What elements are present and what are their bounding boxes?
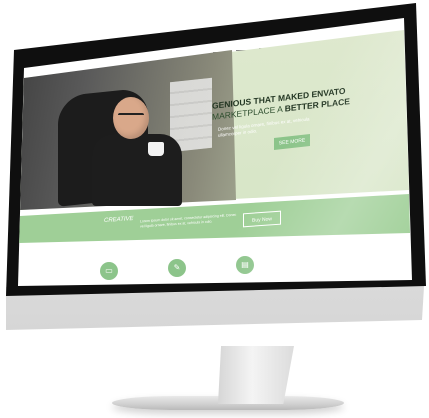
monitor-stand-neck bbox=[218, 346, 294, 404]
document-icon[interactable]: ▤ bbox=[236, 256, 254, 274]
person-body-image bbox=[92, 134, 182, 206]
glasses-image bbox=[118, 113, 144, 121]
website-screen: ENVATO GENIOUS THAT MAKED ENVATO MARKETP… bbox=[18, 18, 412, 286]
device-icon[interactable]: ▭ bbox=[100, 262, 118, 280]
cup-image bbox=[148, 142, 164, 156]
brush-icon[interactable]: ✎ bbox=[168, 259, 186, 277]
imac-monitor: ENVATO GENIOUS THAT MAKED ENVATO MARKETP… bbox=[0, 0, 429, 418]
buy-now-button[interactable]: Buy Now bbox=[243, 210, 281, 228]
